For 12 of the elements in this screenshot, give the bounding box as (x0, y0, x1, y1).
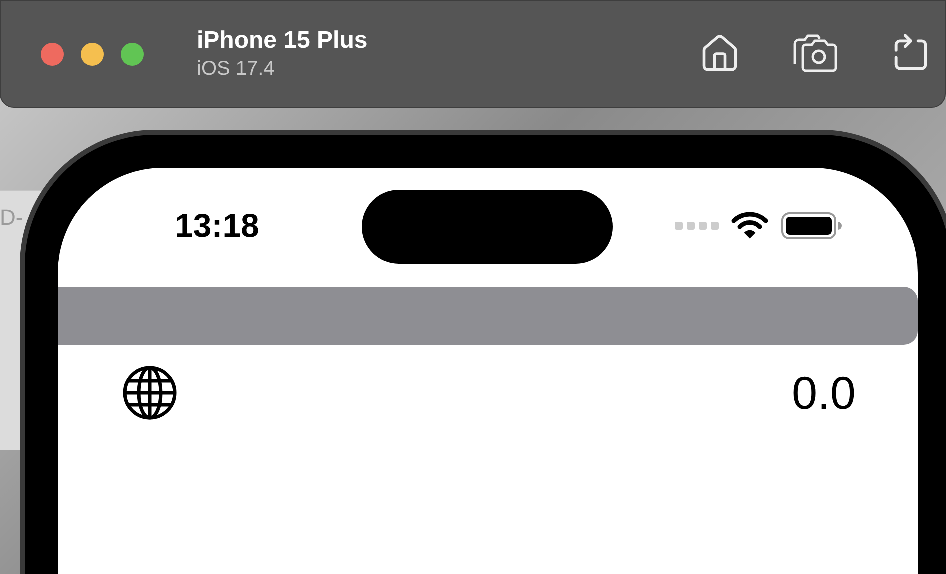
window-subtitle: iOS 17.4 (197, 57, 276, 82)
signal-icon (675, 222, 719, 230)
wifi-icon (731, 212, 769, 240)
status-time: 13:18 (175, 206, 260, 246)
zoom-button[interactable] (121, 42, 144, 66)
window-title: iPhone 15 Plus (197, 26, 368, 56)
battery-icon (781, 212, 843, 240)
minimize-button[interactable] (81, 42, 104, 66)
globe-icon (122, 365, 178, 421)
screenshot-icon[interactable] (791, 34, 839, 74)
background-text: D- (0, 204, 24, 232)
value-text: 0.0 (792, 366, 856, 421)
